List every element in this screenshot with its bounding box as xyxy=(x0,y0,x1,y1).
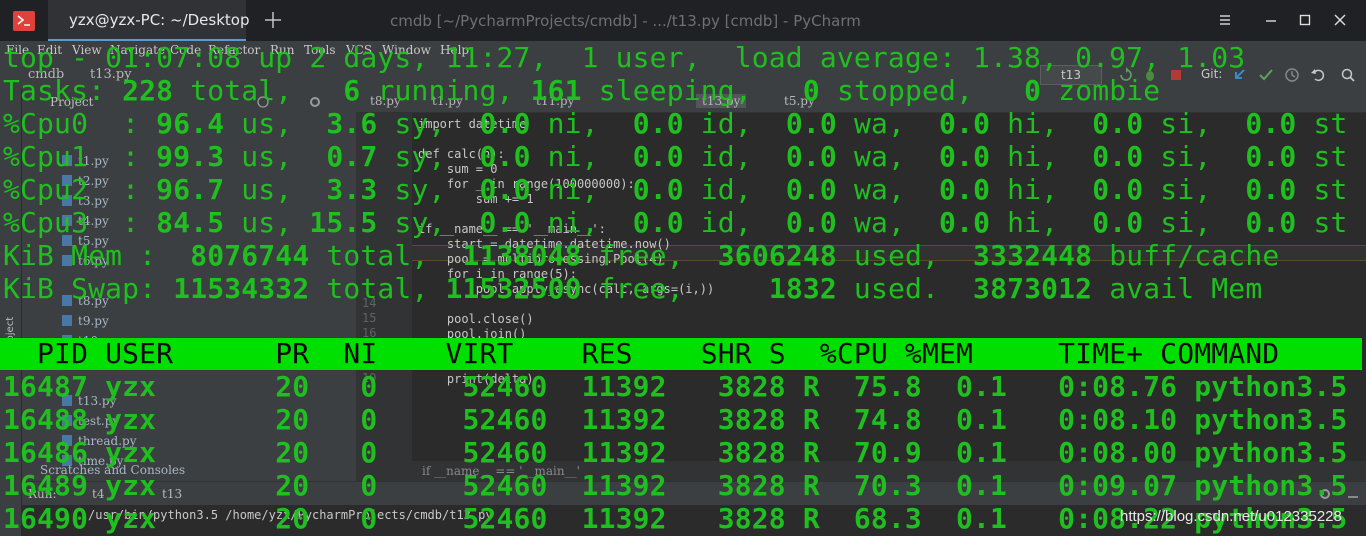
tasks-zombie: 0 xyxy=(1024,74,1042,107)
watermark: https://blog.csdn.net/u012335228 xyxy=(1120,508,1342,525)
tasks-sleeping: 161 xyxy=(530,74,582,107)
terminal-tab[interactable]: yzx@yzx-PC: ~/Desktop xyxy=(48,0,250,41)
process-row: 16486 yzx 20 0 52460 11392 3828 R 70.9 0… xyxy=(3,436,1348,469)
background-window-title: cmdb [~/PycharmProjects/cmdb] - .../t13.… xyxy=(390,12,861,30)
terminal-titlebar: yzx@yzx-PC: ~/Desktop cmdb [~/PycharmPro… xyxy=(0,0,1366,41)
close-icon[interactable] xyxy=(1331,11,1349,29)
mem-free: 1138048 xyxy=(462,239,582,272)
process-header-text: PID USER PR NI VIRT RES SHR S %CPU %MEM … xyxy=(3,337,1280,370)
mem-buff: 3332448 xyxy=(973,239,1093,272)
process-row: 16487 yzx 20 0 52460 11392 3828 R 75.8 0… xyxy=(3,370,1348,403)
mem-total: 8076744 xyxy=(190,239,310,272)
mem-line: KiB Mem : 8076744 total, 1138048 free, 3… xyxy=(3,239,1280,272)
swap-used: 1832 xyxy=(768,272,837,305)
swap-free: 11532500 xyxy=(445,272,582,305)
cpu2-line: %Cpu2 : 96.7 us, 3.3 sy, 0.0 ni, 0.0 id,… xyxy=(3,173,1348,206)
terminal-app-icon xyxy=(13,11,35,31)
tasks-running: 6 xyxy=(343,74,361,107)
tasks-line: Tasks: 228 total, 6 running, 161 sleepin… xyxy=(3,74,1161,107)
top-output: top - 01:07:08 up 2 days, 11:27, 1 user,… xyxy=(0,41,1366,536)
minimize-icon[interactable] xyxy=(1262,11,1280,29)
top-summary-line: top - 01:07:08 up 2 days, 11:27, 1 user,… xyxy=(3,41,1246,74)
tasks-label: Tasks: xyxy=(3,74,106,107)
tasks-stopped: 0 xyxy=(802,74,820,107)
swap-line: KiB Swap: 11534332 total, 11532500 free,… xyxy=(3,272,1263,305)
process-table-header: PID USER PR NI VIRT RES SHR S %CPU %MEM … xyxy=(0,338,1362,370)
cpu1-line: %Cpu1 : 99.3 us, 0.7 sy, 0.0 ni, 0.0 id,… xyxy=(3,140,1348,173)
hamburger-menu-icon[interactable] xyxy=(1216,11,1234,29)
cpu3-line: %Cpu3 : 84.5 us, 15.5 sy, 0.0 ni, 0.0 id… xyxy=(3,206,1348,239)
maximize-icon[interactable] xyxy=(1296,11,1314,29)
process-row: 16488 yzx 20 0 52460 11392 3828 R 74.8 0… xyxy=(3,403,1348,436)
tasks-total: 228 xyxy=(122,74,174,107)
new-tab-plus-icon[interactable] xyxy=(261,8,285,32)
mem-used: 3606248 xyxy=(717,239,837,272)
terminal-tab-title: yzx@yzx-PC: ~/Desktop xyxy=(69,11,250,29)
swap-avail: 3873012 xyxy=(973,272,1093,305)
cpu0-line: %Cpu0 : 96.4 us, 3.6 sy, 0.0 ni, 0.0 id,… xyxy=(3,107,1348,140)
swap-total: 11534332 xyxy=(173,272,310,305)
process-row: 16489 yzx 20 0 52460 11392 3828 R 70.3 0… xyxy=(3,469,1348,502)
